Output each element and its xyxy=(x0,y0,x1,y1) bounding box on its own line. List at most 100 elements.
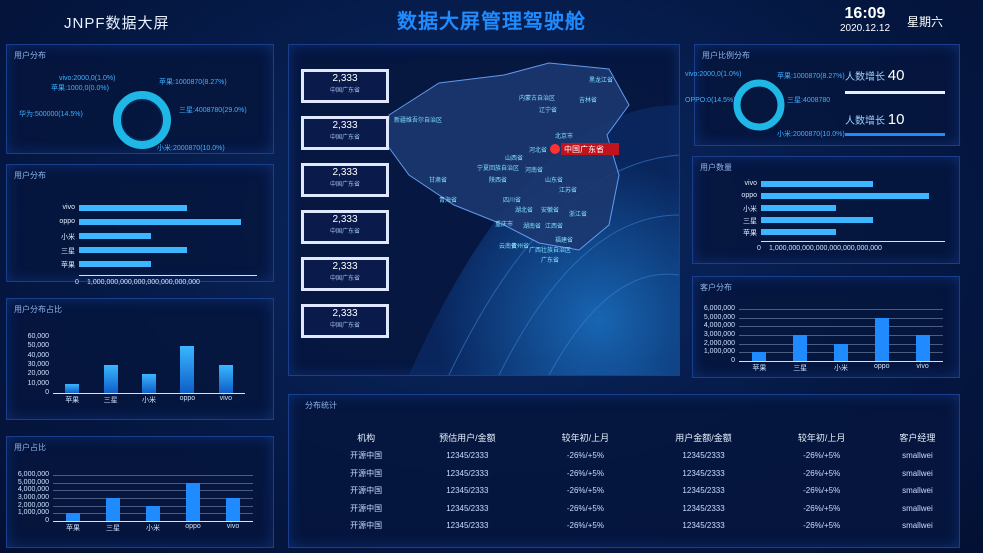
bar-mark xyxy=(79,233,151,239)
table-row: 开源中国 12345/2333 -26%/+5% 12345/2333 -26%/+5%… xyxy=(329,447,959,465)
y-tick-label: 4,000,000 xyxy=(703,322,735,330)
stat-box: 2,333 中国广东省 xyxy=(301,304,389,338)
map-region-label: 江西省 xyxy=(545,224,564,230)
growth-stat-1: 人数增长 40 xyxy=(845,67,904,84)
x-tick-label: 苹果 xyxy=(66,525,80,532)
donut-inner-ring xyxy=(121,99,163,141)
x-tick-label: vivo xyxy=(219,395,233,402)
y-tick-label: 1,000,000 xyxy=(703,348,735,356)
stat-label: 中国广东省 xyxy=(329,276,360,282)
x-tick-label: 小米 xyxy=(142,397,156,404)
panel-title: 用户分布 xyxy=(14,171,46,180)
map-region-label: 黑龙江省 xyxy=(589,78,614,84)
bar-mark xyxy=(834,343,848,361)
bar-mark xyxy=(226,498,240,521)
y-tick-label: 4,000,000 xyxy=(17,486,49,494)
table-cell: smallwei xyxy=(902,521,933,531)
bar-mark xyxy=(218,365,233,393)
x-tick-label: oppo xyxy=(874,363,890,370)
panel-map: 中国广东省 黑龙江省 吉林省 辽宁省 内蒙古自治区 新疆维吾尔自治区 北京市 河北省 山西省陕… xyxy=(288,44,680,376)
map-region-label: 陕西省 xyxy=(489,178,508,184)
map-region-label: 广西壮族自治区 xyxy=(529,248,572,254)
table-cell: -26%/+5% xyxy=(803,503,841,513)
panel-title: 客户分布 xyxy=(700,283,732,292)
stat-label: 中国广东省 xyxy=(329,88,360,94)
y-tick-label: 20,000 xyxy=(27,370,49,378)
map-region-label: 湖北省 xyxy=(515,208,534,214)
growth-stat-2: 人数增长 10 xyxy=(845,111,904,128)
bar-mark xyxy=(752,352,767,361)
donut-label: 小米:2000870(10.0%) xyxy=(157,145,225,152)
bar-mark xyxy=(874,317,889,361)
map-region-label: 广东省 xyxy=(541,258,560,264)
table-cell: 12345/2333 xyxy=(682,451,725,461)
x-tick-label: oppo xyxy=(185,523,201,530)
y-tick-label: 60,000 xyxy=(27,333,49,340)
stat-value: 2,333 xyxy=(332,214,358,225)
panel-donut-right: 用户比例分布 vivo:2000,0(1.0%) OPPO:0(14.5%) 苹… xyxy=(685,44,960,146)
axis-line xyxy=(79,275,257,276)
stat-box: 2,333 中国广东省 xyxy=(301,116,389,150)
panel-title: 分布统计 xyxy=(305,401,337,410)
axis-tick-label: 1,000,000,000,000,000,000,000,000 xyxy=(769,245,882,252)
y-tick-label: 3,000,000 xyxy=(17,494,49,501)
grid-line xyxy=(53,482,253,484)
table-cell: 开源中国 xyxy=(350,503,383,513)
map-region-label: 浙江省 xyxy=(569,212,588,218)
map-region-label: 青海省 xyxy=(439,198,458,204)
bar-mark xyxy=(180,346,195,393)
x-tick-label: 三星 xyxy=(106,525,120,532)
y-tick-label: 10,000 xyxy=(27,379,49,387)
y-tick-label: 40,000 xyxy=(27,351,49,359)
header-bar: JNPF数据大屏 数据大屏管理驾驶舱 16:09 2020.12.12 星期六 xyxy=(0,0,983,40)
table-cell: 开源中国 xyxy=(350,451,383,461)
growth-bar-2 xyxy=(845,133,945,136)
panel-table: 分布统计 机构 预估用户/金额 较年初/上月 用户金额/金额 较年初/上月 客户经理 开源… xyxy=(288,394,960,548)
x-tick-label: 三星 xyxy=(103,397,118,404)
table-cell: smallwei xyxy=(902,451,933,461)
map-region-label: 吉林省 xyxy=(579,98,598,104)
donut-label: 苹果:1000870(8.27%) xyxy=(777,73,845,80)
map-region-label: 甘肃省 xyxy=(429,178,448,184)
grid-line xyxy=(739,309,943,310)
stat-value: 2,333 xyxy=(332,261,358,272)
data-table: 机构 预估用户/金额 较年初/上月 用户金额/金额 较年初/上月 客户经理 开源中国 123… xyxy=(329,427,959,535)
map-region-label: 宁夏回族自治区 xyxy=(477,166,520,172)
bar-mark xyxy=(761,181,873,187)
panel-donut-left: 用户分布 vivo:2000,0(1.0%) 苹果:1000,0(0.0%) 华… xyxy=(6,44,274,154)
donut-ring xyxy=(733,79,785,131)
map-region-label: 河南省 xyxy=(525,168,544,174)
table-cell: -26%/+5% xyxy=(803,521,841,531)
table-cell: 开源中国 xyxy=(350,486,383,496)
x-tick-label: 苹果 xyxy=(752,365,767,372)
grid-line xyxy=(739,317,943,319)
y-tick-label: 1,000,000 xyxy=(17,509,49,517)
table-cell: 12345/2333 xyxy=(682,521,725,531)
bar-mark xyxy=(146,505,160,521)
growth-stat-label: 人数增长 xyxy=(845,72,885,83)
bar-mark xyxy=(65,383,80,393)
map-region-label: 辽宁省 xyxy=(539,108,558,114)
stat-box: 2,333 中国广东省 xyxy=(301,257,389,291)
grid-line xyxy=(739,326,943,328)
axis-tick-label: 1,000,000,000,000,000,000,000,000 xyxy=(87,279,200,286)
map-region-label: 山东省 xyxy=(545,178,564,184)
stat-box: 2,333 中国广东省 xyxy=(301,69,389,103)
grid-line xyxy=(53,490,253,492)
bar-mark xyxy=(106,498,120,521)
bar-mark xyxy=(79,219,241,225)
bar-mark xyxy=(186,482,200,521)
growth-stat-label: 人数增长 xyxy=(845,116,885,127)
table-header-cell: 客户经理 xyxy=(899,432,936,443)
table-header-cell: 预估用户/金额 xyxy=(439,432,496,443)
bar-mark xyxy=(79,205,187,211)
bar-mark xyxy=(66,513,80,521)
table-cell: smallwei xyxy=(902,503,933,513)
table-row: 开源中国 12345/2333 -26%/+5% 12345/2333 -26%/+5%… xyxy=(329,517,959,535)
bar-category-label: oppo xyxy=(59,218,75,225)
panel-title: 用户分布 xyxy=(14,51,46,60)
table-cell: 12345/2333 xyxy=(682,503,725,513)
stat-value: 2,333 xyxy=(332,120,358,131)
y-tick-label: 0 xyxy=(731,357,735,364)
stat-value: 2,333 xyxy=(332,308,358,319)
